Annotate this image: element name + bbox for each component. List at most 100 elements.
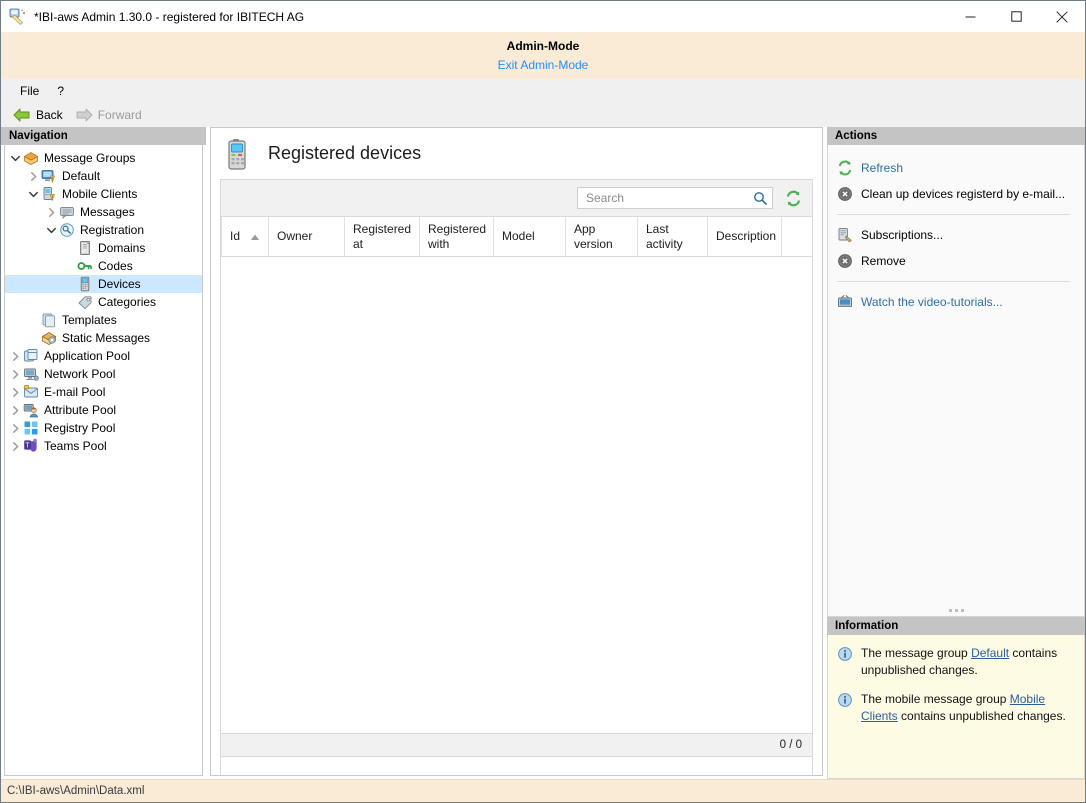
sidebar-item-label: Application Pool xyxy=(44,349,130,363)
column-header-registered-with[interactable]: Registered with xyxy=(420,217,494,256)
action-refresh[interactable]: Refresh xyxy=(828,155,1084,181)
content-panel: Registered devices xyxy=(206,127,827,779)
sidebar-item-network-pool[interactable]: Network Pool xyxy=(5,365,202,383)
sidebar-item-label: Teams Pool xyxy=(44,439,107,453)
action-watch-the-video-tutorials[interactable]: Watch the video-tutorials... xyxy=(828,289,1084,315)
sidebar-item-templates[interactable]: Templates xyxy=(5,311,202,329)
sidebar-item-registration[interactable]: Registration xyxy=(5,221,202,239)
action-clean-up-devices-registerd-by-e-mail[interactable]: Clean up devices registerd by e-mail... xyxy=(828,181,1084,207)
information-link[interactable]: Default xyxy=(971,646,1009,660)
sidebar-item-message-groups[interactable]: Message Groups xyxy=(5,149,202,167)
sidebar-item-attribute-pool[interactable]: Attribute Pool xyxy=(5,401,202,419)
panel-splitter[interactable] xyxy=(828,604,1084,616)
menu-bar: File ? xyxy=(1,79,1085,102)
sidebar-item-mobile-clients[interactable]: !Mobile Clients xyxy=(5,185,202,203)
magnifier-icon[interactable] xyxy=(748,191,772,206)
search-box[interactable] xyxy=(577,187,773,209)
action-remove[interactable]: Remove xyxy=(828,248,1084,274)
devices-grid: Id Owner Registered at Registered with Model… xyxy=(220,179,813,775)
sidebar-item-domains[interactable]: Domains xyxy=(5,239,202,257)
sidebar-item-teams-pool[interactable]: TTeams Pool xyxy=(5,437,202,455)
forward-button[interactable]: Forward xyxy=(71,107,146,123)
remove-circle-icon xyxy=(837,253,853,269)
chevron-down-icon[interactable] xyxy=(7,150,23,166)
grid-bottom-padding xyxy=(221,757,812,775)
refresh-arrows-icon[interactable] xyxy=(785,190,802,207)
subscriptions-icon xyxy=(837,227,853,243)
column-header-registered-at[interactable]: Registered at xyxy=(345,217,420,256)
sidebar-item-label: Network Pool xyxy=(44,367,115,381)
sidebar-item-default[interactable]: !Default xyxy=(5,167,202,185)
menu-help[interactable]: ? xyxy=(48,82,73,100)
back-label: Back xyxy=(36,108,63,122)
maximize-button[interactable] xyxy=(993,1,1039,32)
title-bar: *IBI-aws Admin 1.30.0 - registered for I… xyxy=(1,1,1085,32)
sidebar-item-static-messages[interactable]: Static Messages xyxy=(5,329,202,347)
expander-placeholder xyxy=(25,330,41,346)
chevron-right-icon[interactable] xyxy=(25,168,41,184)
column-header-last-activity[interactable]: Last activity xyxy=(638,217,708,256)
actions-separator xyxy=(837,281,1070,282)
column-header-id[interactable]: Id xyxy=(221,217,269,256)
back-arrow-icon xyxy=(13,108,31,122)
application-pool-icon xyxy=(23,348,39,364)
categories-tag-icon xyxy=(77,294,93,310)
chevron-right-icon[interactable] xyxy=(7,402,23,418)
information-item: The message group Default contains unpub… xyxy=(837,645,1074,678)
chevron-right-icon[interactable] xyxy=(7,366,23,382)
menu-file[interactable]: File xyxy=(11,82,48,100)
search-input[interactable] xyxy=(578,190,748,206)
information-text: The mobile message group Mobile Clients … xyxy=(861,691,1074,724)
email-pool-icon xyxy=(23,384,39,400)
column-header-app-version[interactable]: App version xyxy=(566,217,638,256)
navigation-tree[interactable]: Message Groups !Default!Mobile ClientsMes… xyxy=(4,145,203,776)
action-label: Refresh xyxy=(861,161,903,175)
information-text: The message group Default contains unpub… xyxy=(861,645,1074,678)
column-header-description[interactable]: Description xyxy=(708,217,782,256)
sidebar-item-messages[interactable]: Messages xyxy=(5,203,202,221)
info-icon xyxy=(837,646,853,662)
templates-icon xyxy=(41,312,57,328)
chevron-right-icon[interactable] xyxy=(43,204,59,220)
static-messages-icon xyxy=(41,330,57,346)
sidebar-item-registry-pool[interactable]: Registry Pool xyxy=(5,419,202,437)
close-button[interactable] xyxy=(1039,1,1085,32)
action-label: Remove xyxy=(861,254,906,268)
network-pool-icon xyxy=(23,366,39,382)
chevron-right-icon[interactable] xyxy=(7,438,23,454)
chevron-right-icon[interactable] xyxy=(7,384,23,400)
status-bar: C:\IBI-aws\Admin\Data.xml xyxy=(1,779,1085,802)
sidebar-item-categories[interactable]: Categories xyxy=(5,293,202,311)
exit-admin-mode-link[interactable]: Exit Admin-Mode xyxy=(498,58,589,73)
sidebar-item-label: Domains xyxy=(98,241,145,255)
sidebar-item-e-mail-pool[interactable]: E-mail Pool xyxy=(5,383,202,401)
column-header-label: Registered with xyxy=(428,222,486,251)
sidebar-item-devices[interactable]: Devices xyxy=(5,275,202,293)
column-header-label: Description xyxy=(716,229,776,243)
row-count: 0 / 0 xyxy=(780,739,802,751)
grid-body[interactable] xyxy=(221,257,812,733)
default-group-icon: ! xyxy=(41,168,57,184)
actions-list: Refresh Clean up devices registerd by e-m… xyxy=(827,145,1085,617)
mobile-clients-icon: ! xyxy=(41,186,57,202)
chevron-down-icon[interactable] xyxy=(43,222,59,238)
column-header-model[interactable]: Model xyxy=(494,217,566,256)
chevron-right-icon[interactable] xyxy=(7,420,23,436)
sidebar-item-codes[interactable]: Codes xyxy=(5,257,202,275)
column-header-label: Owner xyxy=(277,229,312,243)
minimize-button[interactable] xyxy=(947,1,993,32)
sidebar-item-label: Message Groups xyxy=(44,151,135,165)
column-header-label: Id xyxy=(230,229,240,243)
navigation-panel: Navigation Message Groups!Default!Mobile… xyxy=(1,127,206,779)
chevron-right-icon[interactable] xyxy=(7,348,23,364)
sidebar-item-application-pool[interactable]: Application Pool xyxy=(5,347,202,365)
action-subscriptions[interactable]: Subscriptions... xyxy=(828,222,1084,248)
column-header-owner[interactable]: Owner xyxy=(269,217,345,256)
action-label: Clean up devices registerd by e-mail... xyxy=(861,187,1065,201)
information-prefix: The mobile message group xyxy=(861,692,1010,706)
information-suffix: contains unpublished changes. xyxy=(898,709,1066,723)
back-button[interactable]: Back xyxy=(9,107,67,123)
information-prefix: The message group xyxy=(861,646,971,660)
action-label: Watch the video-tutorials... xyxy=(861,295,1003,309)
chevron-down-icon[interactable] xyxy=(25,186,41,202)
